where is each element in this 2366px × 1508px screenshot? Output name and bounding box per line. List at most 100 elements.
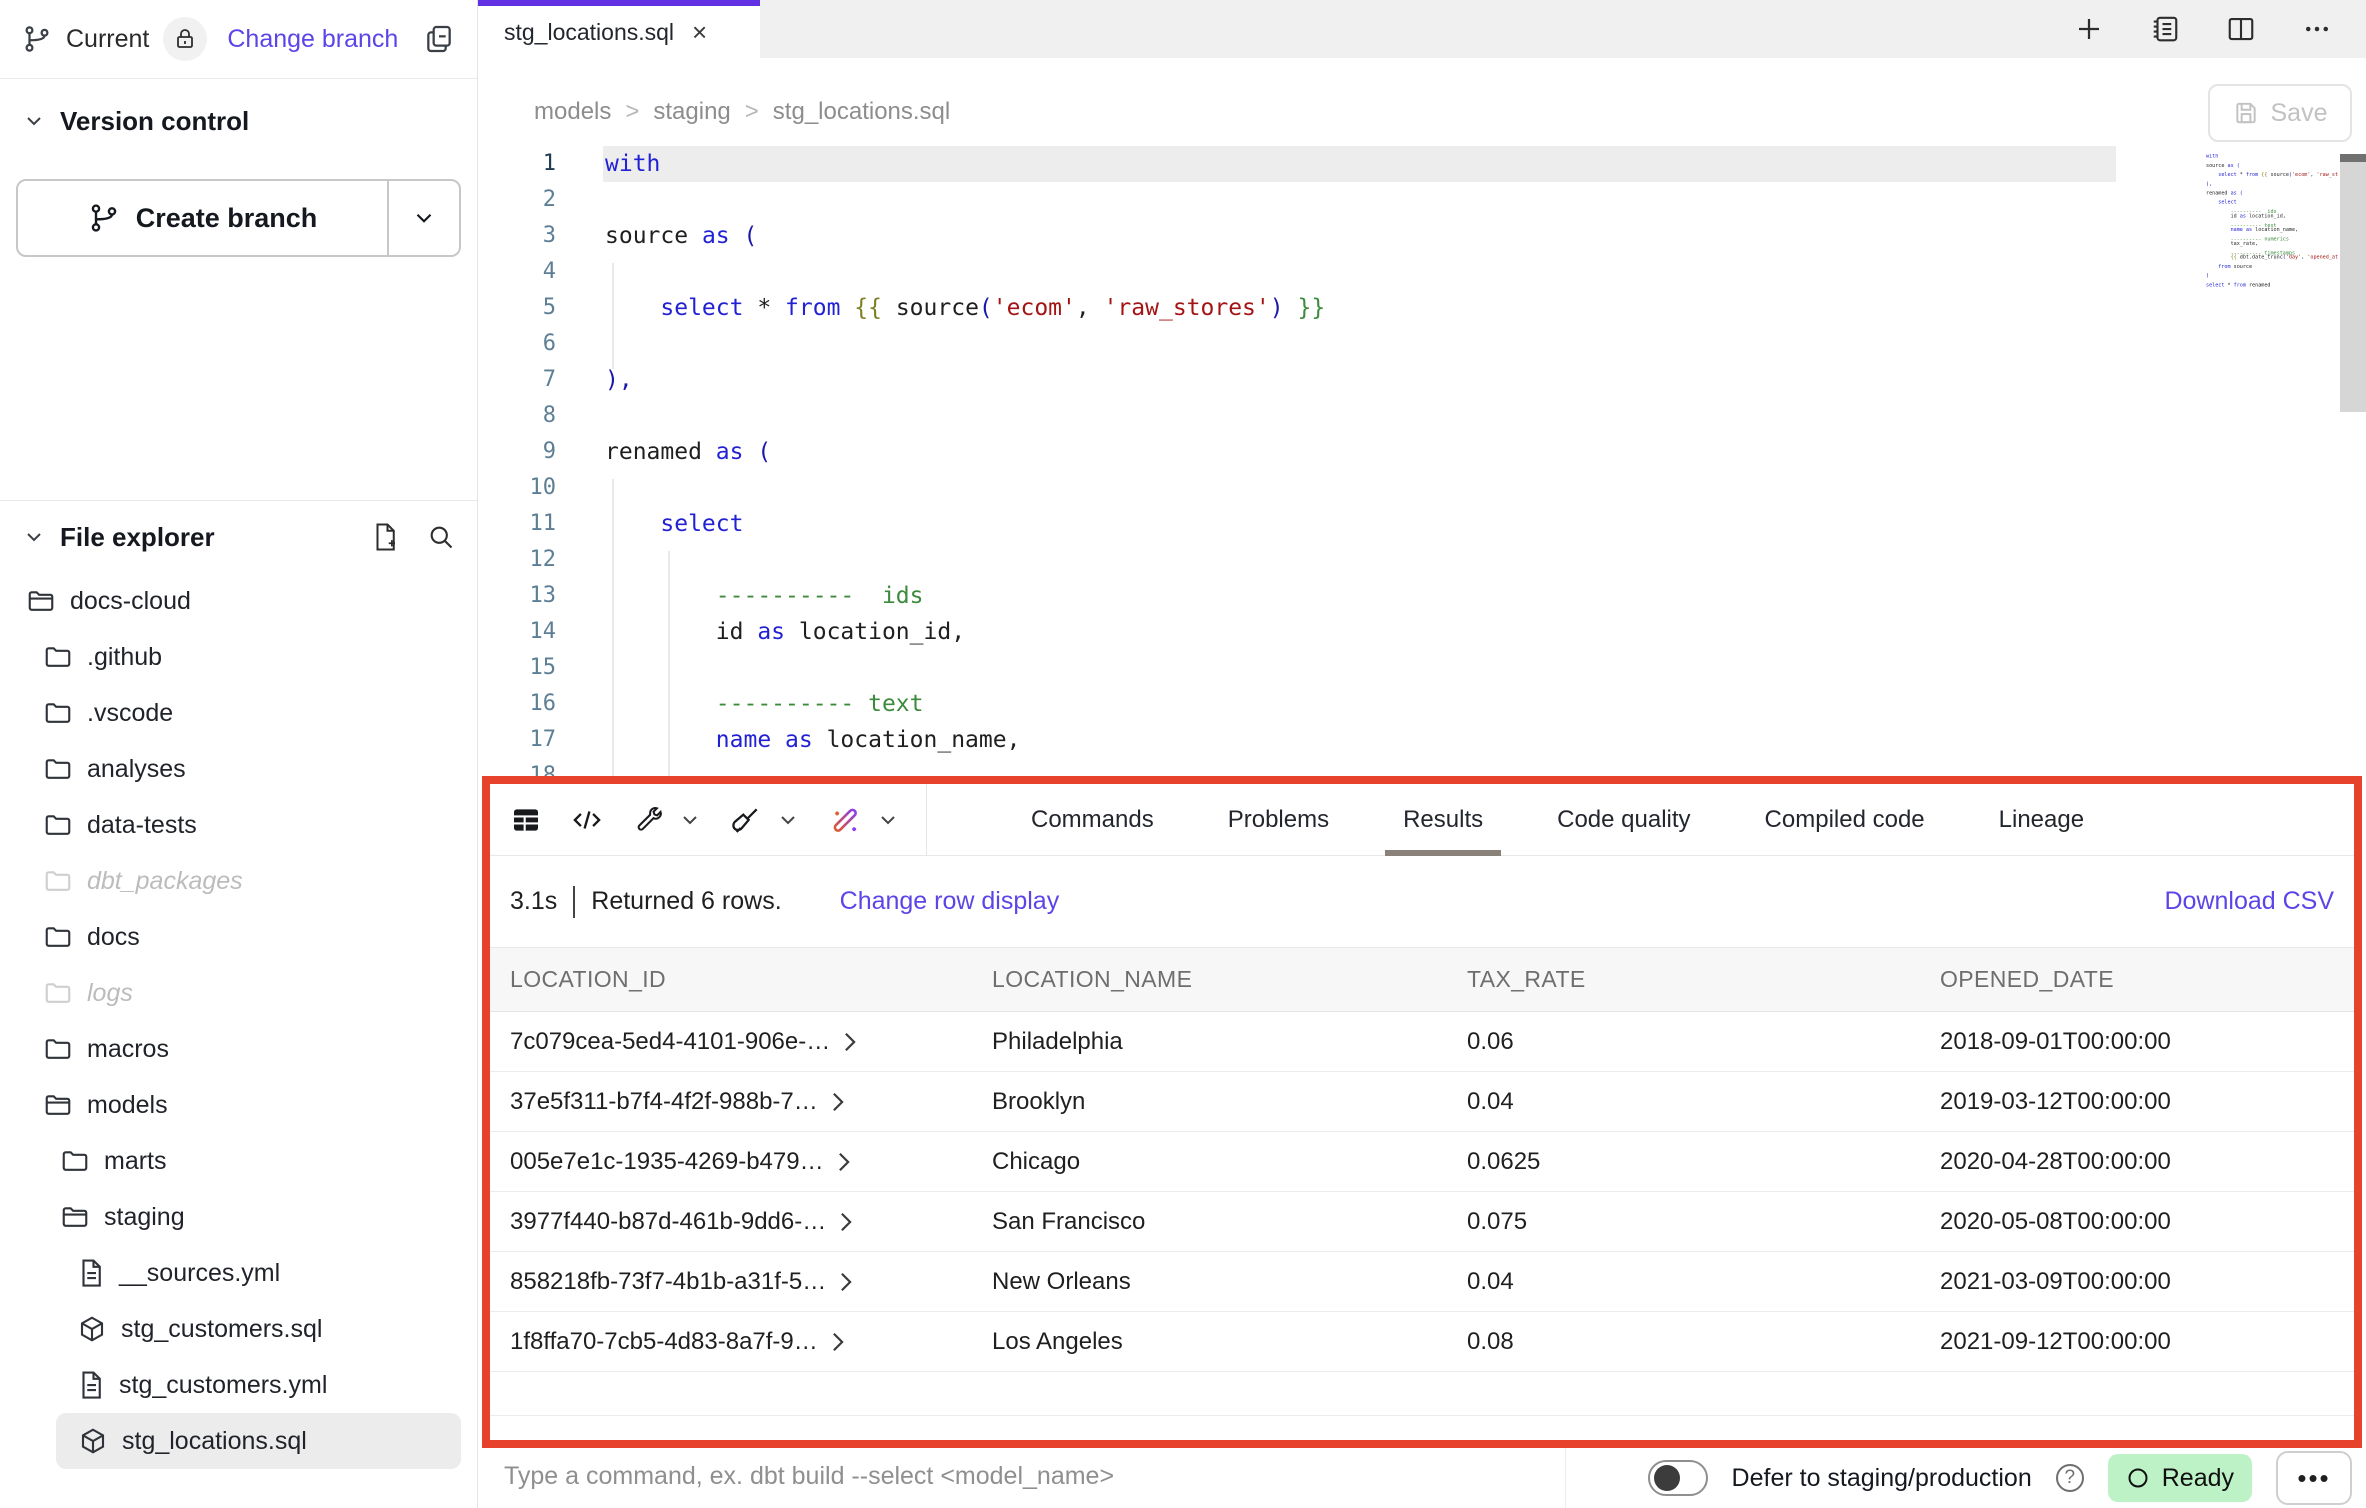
table-cell[interactable]: 1f8ffa70-7cb5-4d83-8a7f-9…	[490, 1312, 972, 1371]
breadcrumb-models[interactable]: models	[534, 98, 611, 126]
file-item-__sources.yml[interactable]: __sources.yml	[0, 1245, 477, 1301]
table-cell[interactable]: 3977f440-b87d-461b-9dd6-…	[490, 1192, 972, 1251]
chevron-down-icon[interactable]	[876, 808, 900, 832]
expand-cell-icon[interactable]	[842, 1031, 858, 1053]
results-tab-compiled-code[interactable]: Compiled code	[1765, 784, 1925, 856]
folder-icon	[43, 978, 73, 1008]
code-line-9[interactable]: 9renamed as (	[478, 434, 2366, 470]
table-cell[interactable]: 858218fb-73f7-4b1b-a31f-5…	[490, 1252, 972, 1311]
code-line-12[interactable]: 12	[478, 542, 2366, 578]
defer-toggle[interactable]	[1648, 1460, 1708, 1496]
minimap[interactable]: with source as ( select * from {{ source…	[2206, 154, 2338, 424]
file-item-macros[interactable]: macros	[0, 1021, 477, 1077]
chevron-down-icon[interactable]	[776, 808, 800, 832]
results-tab-results[interactable]: Results	[1403, 784, 1483, 856]
code-line-4[interactable]: 4	[478, 254, 2366, 290]
table-row: 3977f440-b87d-461b-9dd6-…San Francisco0.…	[490, 1192, 2354, 1252]
expand-cell-icon[interactable]	[830, 1091, 846, 1113]
file-item-logs[interactable]: logs	[0, 965, 477, 1021]
file-item-analyses[interactable]: analyses	[0, 741, 477, 797]
folder-icon	[43, 866, 73, 896]
folder-icon	[43, 754, 73, 784]
expand-cell-icon[interactable]	[838, 1211, 854, 1233]
code-line-14[interactable]: 14 id as location_id,	[478, 614, 2366, 650]
breadcrumb-staging[interactable]: staging	[653, 98, 730, 126]
editor-scrollbar[interactable]	[2340, 154, 2366, 412]
code-line-11[interactable]: 11 select	[478, 506, 2366, 542]
file-item-docs-cloud[interactable]: docs-cloud	[0, 573, 477, 629]
download-csv-link[interactable]: Download CSV	[2164, 887, 2334, 916]
file-item-stg_customers.sql[interactable]: stg_customers.sql	[0, 1301, 477, 1357]
file-item-stg_locations.sql[interactable]: stg_locations.sql	[56, 1413, 461, 1469]
save-button[interactable]: Save	[2208, 84, 2352, 142]
code-line-13[interactable]: 13 ---------- ids	[478, 578, 2366, 614]
code-line-3[interactable]: 3source as (	[478, 218, 2366, 254]
command-input[interactable]: Type a command, ex. dbt build --select <…	[504, 1462, 1114, 1491]
changelog-icon[interactable]	[2150, 14, 2180, 44]
code-line-6[interactable]: 6	[478, 326, 2366, 362]
code-line-5[interactable]: 5 select * from {{ source('ecom', 'raw_s…	[478, 290, 2366, 326]
new-file-icon[interactable]	[371, 522, 399, 552]
results-table-header: LOCATION_IDLOCATION_NAMETAX_RATEOPENED_D…	[490, 948, 2354, 1012]
code-editor[interactable]: 1with2 3source as (4 5 select * from {{ …	[478, 146, 2366, 776]
change-branch-link[interactable]: Change branch	[227, 25, 398, 54]
new-tab-icon[interactable]	[2074, 14, 2104, 44]
results-tab-problems[interactable]: Problems	[1228, 784, 1329, 856]
document-icon	[77, 1258, 105, 1288]
file-item-docs[interactable]: docs	[0, 909, 477, 965]
column-header-location_name: LOCATION_NAME	[972, 948, 1447, 1011]
expand-cell-icon[interactable]	[838, 1271, 854, 1293]
split-editor-icon[interactable]	[2226, 14, 2256, 44]
compile-code-icon[interactable]	[570, 805, 604, 835]
file-item-label: stg_locations.sql	[122, 1427, 307, 1456]
table-cell[interactable]: 7c079cea-5ed4-4101-906e-…	[490, 1012, 972, 1071]
scrollbar-thumb[interactable]	[2340, 154, 2366, 162]
version-control-header[interactable]: Version control	[0, 99, 477, 143]
chevron-down-icon[interactable]	[678, 808, 702, 832]
create-branch-main[interactable]: Create branch	[18, 181, 387, 255]
file-item-dbt_packages[interactable]: dbt_packages	[0, 853, 477, 909]
results-tab-lineage[interactable]: Lineage	[1999, 784, 2084, 856]
code-line-10[interactable]: 10	[478, 470, 2366, 506]
file-item-data-tests[interactable]: data-tests	[0, 797, 477, 853]
breadcrumb-file[interactable]: stg_locations.sql	[773, 98, 950, 126]
file-item-.github[interactable]: .github	[0, 629, 477, 685]
tab-close-icon[interactable]: ×	[692, 17, 707, 48]
file-item-stg_customers.yml[interactable]: stg_customers.yml	[0, 1357, 477, 1413]
ide-status-ready[interactable]: Ready	[2108, 1454, 2252, 1502]
format-broom-icon[interactable]	[730, 804, 762, 836]
help-icon[interactable]: ?	[2056, 1464, 2084, 1492]
file-item-models[interactable]: models	[0, 1077, 477, 1133]
file-explorer-header[interactable]: File explorer	[0, 515, 477, 559]
results-tab-code-quality[interactable]: Code quality	[1557, 784, 1690, 856]
code-line-16[interactable]: 16 ---------- text	[478, 686, 2366, 722]
build-wrench-icon[interactable]	[632, 804, 664, 836]
search-icon[interactable]	[427, 523, 455, 551]
results-tab-commands[interactable]: Commands	[1031, 784, 1154, 856]
file-item-staging[interactable]: staging	[0, 1189, 477, 1245]
file-item-label: macros	[87, 1035, 169, 1064]
table-cell[interactable]: 005e7e1c-1935-4269-b479…	[490, 1132, 972, 1191]
code-line-2[interactable]: 2	[478, 182, 2366, 218]
file-item-marts[interactable]: marts	[0, 1133, 477, 1189]
ai-fix-wand-icon[interactable]	[828, 803, 862, 837]
code-line-7[interactable]: 7),	[478, 362, 2366, 398]
code-line-1[interactable]: 1with	[478, 146, 2366, 182]
create-branch-button[interactable]: Create branch	[16, 179, 461, 257]
copy-icon[interactable]	[423, 23, 455, 55]
code-line-8[interactable]: 8	[478, 398, 2366, 434]
create-branch-dropdown[interactable]	[387, 181, 459, 255]
code-line-15[interactable]: 15	[478, 650, 2366, 686]
expand-cell-icon[interactable]	[830, 1331, 846, 1353]
code-line-18[interactable]: 18	[478, 758, 2366, 776]
expand-cell-icon[interactable]	[836, 1151, 852, 1173]
change-row-display-link[interactable]: Change row display	[840, 887, 1060, 916]
more-options-icon[interactable]	[2302, 14, 2332, 44]
preview-table-icon[interactable]	[510, 804, 542, 836]
tab-stg-locations[interactable]: stg_locations.sql ×	[478, 0, 760, 58]
file-item-.vscode[interactable]: .vscode	[0, 685, 477, 741]
folder-icon	[43, 698, 73, 728]
more-actions-button[interactable]: •••	[2276, 1451, 2352, 1505]
table-cell[interactable]: 37e5f311-b7f4-4f2f-988b-7…	[490, 1072, 972, 1131]
code-line-17[interactable]: 17 name as location_name,	[478, 722, 2366, 758]
